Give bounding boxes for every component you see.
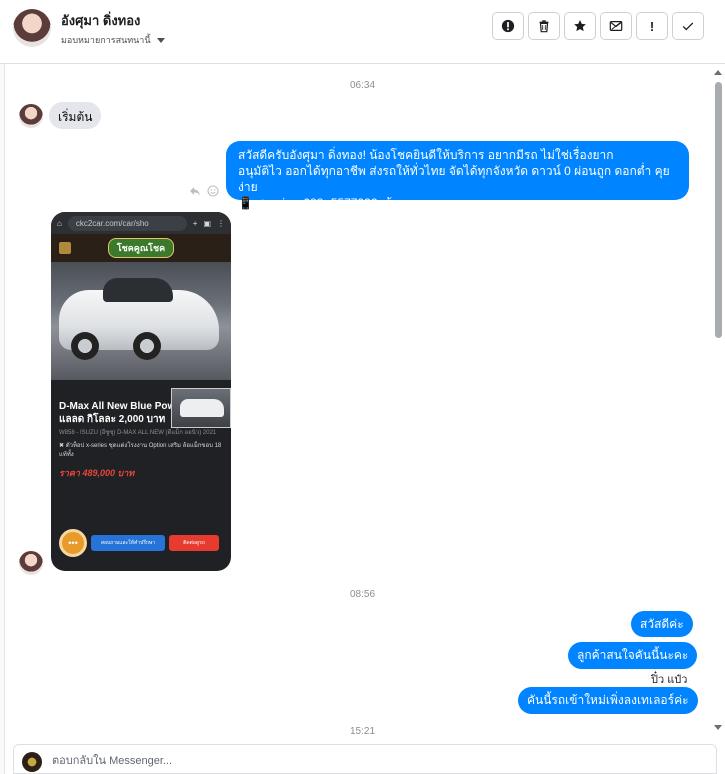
spam-icon [501,19,515,33]
menu-icon [59,242,71,254]
contact-button: ติดต่อดูรถ [169,535,219,551]
message-actions [189,185,219,197]
scroll-up-arrow-icon[interactable] [714,70,722,75]
contact-avatar-small [19,104,43,128]
attachment-site-header: โชคคูณโชค [51,234,231,262]
caret-down-icon [156,37,165,43]
car-wheel [133,332,161,360]
important-button[interactable]: ! [636,12,668,40]
tabs-icon: ▣ [203,218,211,228]
listing-description: ✖ ตัวท็อป x-series ชุดแต่งโรงงาน Option … [59,443,222,458]
car-thumbnail-body [180,399,224,417]
plus-icon: + [192,218,198,228]
page-avatar [22,752,42,772]
message-line: สวัสดีครับอังศุมา ดิ่งทอง! น้องโชคยินดีใ… [238,148,614,162]
home-icon: ⌂ [57,218,62,228]
attachment-url: ckc2car.com/car/sho [67,215,187,231]
scrollbar-thumb[interactable] [715,82,722,338]
site-logo: โชคคูณโชค [107,238,175,258]
react-icon[interactable] [207,185,219,197]
outgoing-message-welcome: สวัสดีครับอังศุมา ดิ่งทอง! น้องโชคยินดีใ… [226,141,689,210]
car-wheel [71,332,99,360]
car-window [103,278,173,302]
outgoing-message-new-car: คันนี้รถเข้าใหม่เพิ่งลงเทเลอร์ค่ะ [518,687,698,714]
outgoing-message-interest: ลูกค้าสนใจคันนี้นะคะ [568,642,698,669]
contact-avatar-small [19,551,43,575]
done-button[interactable] [672,12,704,40]
reply-input[interactable] [52,753,692,769]
assign-conversation-dropdown[interactable]: มอบหมายการสนทนานี้ [61,33,165,47]
star-icon [574,20,586,32]
sidebar-edge [0,64,5,774]
conversation-actions: ! [492,12,704,40]
reply-composer [13,744,717,774]
trash-icon [539,20,549,33]
mark-unread-icon [609,21,623,31]
message-line: 📱 สายด่วน 088- 5577932 เจ้หนู [238,196,409,210]
shared-screenshot-attachment[interactable]: ⌂ ckc2car.com/car/sho + ▣ ⋮ โชคคูณโชค D-… [51,212,231,571]
reply-icon[interactable] [189,185,201,197]
incoming-message: เริ่มต้น [49,102,102,129]
timestamp: 15:21 [349,726,376,737]
conversation-header: อังศุมา ดิ่งทอง มอบหมายการสนทนานี้ ! [0,0,725,64]
chat-bubble-icon: ••• [59,529,87,557]
star-button[interactable] [564,12,596,40]
car-photo [51,262,231,428]
mark-unread-button[interactable] [600,12,632,40]
outgoing-message-hello: สวัสดีค่ะ [631,611,693,637]
assign-label: มอบหมายการสนทนานี้ [61,35,151,45]
message-line: อนุมัติไว ออกได้ทุกอาชีพ ส่งรถให้ทั่วไทย… [238,164,670,194]
scroll-down-arrow-icon[interactable] [714,725,722,730]
more-icon: ⋮ [217,218,225,228]
attachment-browser-bar: ⌂ ckc2car.com/car/sho + ▣ ⋮ [51,212,231,234]
contact-name[interactable]: อังศุมา ดิ่งทอง [61,10,140,31]
listing-price: ราคา 489,000 บาท [59,468,135,478]
spam-button[interactable] [492,12,524,40]
timestamp: 06:34 [349,80,376,91]
delete-button[interactable] [528,12,560,40]
consult-button: สอบถามและให้คำปรึกษา [91,535,165,551]
seen-by-label: ปิ๋ว แป๋ว [651,674,688,686]
important-icon: ! [649,18,655,34]
done-icon [682,22,694,31]
listing-buttons: ••• สอบถามและให้คำปรึกษา ติดต่อดูรถ [59,529,219,557]
timestamp: 08:56 [349,589,376,600]
car-thumbnail [171,388,231,428]
contact-avatar[interactable] [13,9,51,47]
